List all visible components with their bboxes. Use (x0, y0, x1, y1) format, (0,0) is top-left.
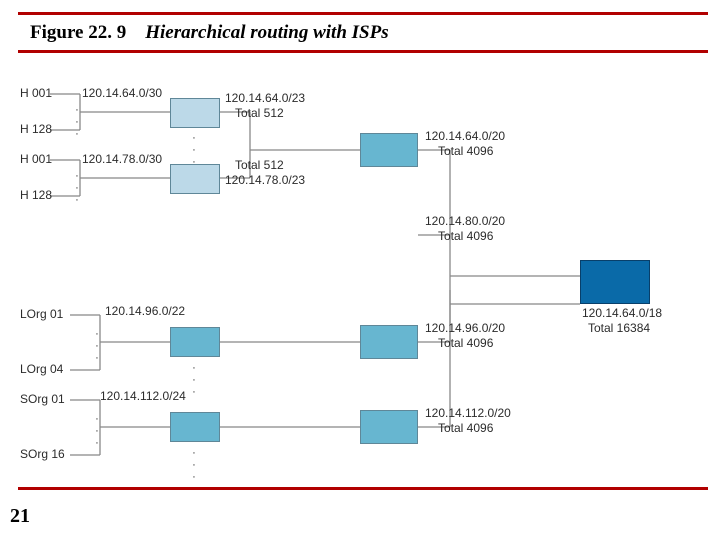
local-isp-box-top (170, 98, 220, 128)
regional4-cidr: 120.14.112.0/20 (425, 407, 511, 421)
regional-box-3 (360, 325, 418, 359)
rule-top (18, 12, 708, 15)
figure-number: Figure 22. 9 (30, 22, 126, 43)
host-bot-last: H 128 (20, 189, 52, 203)
regional3-cidr: 120.14.96.0/20 (425, 322, 505, 336)
local-isp-bot-total: Total 512 (235, 159, 284, 173)
lorg-cidr: 120.14.96.0/22 (105, 305, 185, 319)
backbone-cidr: 120.14.64.0/18 (582, 307, 662, 321)
figure-caption: Hierarchical routing with ISPs (145, 22, 388, 43)
sorg-cidr: 120.14.112.0/24 (100, 390, 186, 404)
regional-box-1 (360, 133, 418, 167)
dots-icon: ··· (192, 132, 196, 168)
regional4-total: Total 4096 (438, 422, 493, 436)
dots-icon: ··· (192, 362, 196, 398)
regional1-total: Total 4096 (438, 145, 493, 159)
regional2-cidr: 120.14.80.0/20 (425, 215, 505, 229)
local-isp-bot-cidr: 120.14.78.0/23 (225, 174, 305, 188)
backbone-total: Total 16384 (588, 322, 650, 336)
regional2-total: Total 4096 (438, 230, 493, 244)
sorg-last: SOrg 16 (20, 448, 65, 462)
local-isp-box-bot (170, 164, 220, 194)
regional-box-4 (360, 410, 418, 444)
host-top-first: H 001 (20, 87, 52, 101)
host-bot-first: H 001 (20, 153, 52, 167)
regional3-total: Total 4096 (438, 337, 493, 351)
dots-icon: ··· (95, 413, 99, 449)
lorg-box (170, 327, 220, 357)
sorg-box (170, 412, 220, 442)
host-top-cidr: 120.14.64.0/30 (82, 87, 162, 101)
dots-icon: ··· (75, 104, 79, 140)
diagram-canvas: H 001 ··· H 128 120.14.64.0/30 H 001 ···… (20, 70, 700, 470)
sorg-first: SOrg 01 (20, 393, 65, 407)
dots-icon: ··· (75, 170, 79, 206)
local-isp-top-total: Total 512 (235, 107, 284, 121)
host-top-last: H 128 (20, 123, 52, 137)
lorg-last: LOrg 04 (20, 363, 63, 377)
page-number: 21 (10, 505, 30, 528)
dots-icon: ··· (192, 447, 196, 483)
rule-mid (18, 50, 708, 53)
lorg-first: LOrg 01 (20, 308, 63, 322)
local-isp-top-cidr: 120.14.64.0/23 (225, 92, 305, 106)
regional1-cidr: 120.14.64.0/20 (425, 130, 505, 144)
rule-bottom (18, 487, 708, 490)
host-bot-cidr: 120.14.78.0/30 (82, 153, 162, 167)
figure-title: Figure 22. 9 Hierarchical routing with I… (30, 22, 389, 44)
backbone-box (580, 260, 650, 304)
dots-icon: ··· (95, 328, 99, 364)
